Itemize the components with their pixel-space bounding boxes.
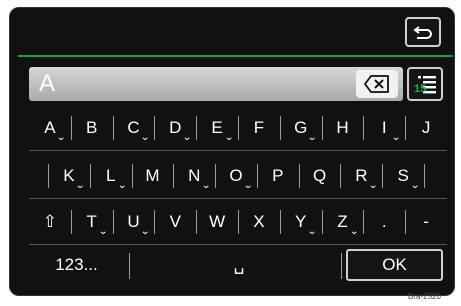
accent-variants-icon: ⌄ <box>140 226 151 237</box>
key-label: L <box>105 166 116 185</box>
key-label: I <box>381 118 387 137</box>
accent-variants-icon: ⌄ <box>56 132 67 143</box>
key-label: Z <box>337 212 348 231</box>
key-m[interactable]: M <box>131 158 174 194</box>
key-label: H <box>336 118 349 137</box>
numbers-key[interactable]: 123... <box>29 247 124 283</box>
accent-variants-icon: ⌄ <box>242 180 253 191</box>
accent-variants-icon: ⌄ <box>409 180 420 191</box>
key-label: O <box>229 166 243 185</box>
key-g[interactable]: G ⌄ <box>279 110 322 146</box>
key-v[interactable]: V <box>154 204 196 240</box>
accent-variants-icon: ⌄ <box>390 132 402 143</box>
keyboard-row-4: 123... ␣ OK <box>29 247 447 283</box>
key-label: Q <box>312 166 327 185</box>
back-arrow-icon <box>413 26 432 39</box>
key-h[interactable]: H <box>321 110 364 146</box>
search-input[interactable]: A <box>29 67 403 101</box>
backspace-icon <box>364 75 389 93</box>
row-divider <box>29 150 447 151</box>
key-k[interactable]: K ⌄ <box>48 158 90 194</box>
key-label: C <box>127 118 140 137</box>
accent-variants-icon: ⌄ <box>307 132 318 143</box>
results-list-button[interactable]: 15 <box>407 67 443 101</box>
key-q[interactable]: Q <box>298 158 341 194</box>
accent-variants-icon: ⌄ <box>98 226 109 237</box>
accent-variants-icon: ⌄ <box>181 132 193 143</box>
key-label: B <box>86 118 98 137</box>
key-a[interactable]: A ⌄ <box>29 110 71 146</box>
key-d[interactable]: D ⌄ <box>154 110 196 146</box>
key-label: A <box>44 118 56 137</box>
key-label: X <box>253 212 265 231</box>
key-label: M <box>145 166 160 185</box>
results-count: 15 <box>414 83 427 95</box>
key-label: ⇧ <box>42 212 58 231</box>
row-divider <box>29 244 447 245</box>
key-n[interactable]: N ⌄ <box>173 158 215 194</box>
key-r[interactable]: R ⌄ <box>340 158 382 194</box>
key-label: Y <box>295 212 307 231</box>
key-i[interactable]: I ⌄ <box>363 110 405 146</box>
key-label: K <box>63 166 75 185</box>
key-label: E <box>211 118 223 137</box>
key-label: G <box>294 118 308 137</box>
key-separator <box>341 253 342 279</box>
key-t[interactable]: T ⌄ <box>70 204 113 240</box>
header-divider <box>18 55 453 57</box>
key-shift[interactable]: ⇧ <box>29 204 71 240</box>
key-e[interactable]: E ⌄ <box>196 110 238 146</box>
accent-variants-icon: ⌄ <box>307 226 318 237</box>
key-w[interactable]: W <box>196 204 238 240</box>
key-b[interactable]: B <box>70 110 113 146</box>
key-label: - <box>423 212 429 231</box>
key-separator <box>424 164 426 188</box>
key-label: D <box>169 118 182 137</box>
keyboard-row-2: K ⌄ L ⌄ M N ⌄ O ⌄ P Q R ⌄ S ⌄ <box>48 158 426 194</box>
key-y[interactable]: Y ⌄ <box>279 204 322 240</box>
key-label: J <box>421 118 431 137</box>
keyboard-row-1: A ⌄ B C ⌄ D ⌄ E ⌄ F G ⌄ H I ⌄ J <box>29 110 447 146</box>
key-period[interactable]: . <box>363 204 405 240</box>
key-u[interactable]: U ⌄ <box>112 204 155 240</box>
back-button[interactable] <box>405 17 441 47</box>
key-z[interactable]: Z ⌄ <box>321 204 364 240</box>
key-s[interactable]: S ⌄ <box>382 158 424 194</box>
backspace-button[interactable] <box>356 70 398 98</box>
key-f[interactable]: F <box>237 110 280 146</box>
key-label: S <box>397 166 409 185</box>
accent-variants-icon: ⌄ <box>117 180 128 191</box>
accent-variants-icon: ⌄ <box>75 180 86 191</box>
accent-variants-icon: ⌄ <box>349 226 360 237</box>
key-label: V <box>169 212 181 231</box>
input-value: A <box>39 70 56 97</box>
key-c[interactable]: C ⌄ <box>112 110 155 146</box>
key-x[interactable]: X <box>237 204 280 240</box>
accent-variants-icon: ⌄ <box>140 132 151 143</box>
ok-button[interactable]: OK <box>346 249 443 281</box>
key-label: N <box>188 166 201 185</box>
key-label: R <box>355 166 368 185</box>
key-o[interactable]: O ⌄ <box>215 158 257 194</box>
key-label: T <box>86 212 97 231</box>
key-hyphen[interactable]: - <box>405 204 447 240</box>
key-label: U <box>127 212 140 231</box>
key-j[interactable]: J <box>405 110 447 146</box>
accent-variants-icon: ⌄ <box>200 180 211 191</box>
figure-reference: Bra-2520 <box>408 292 441 301</box>
row-divider <box>29 198 447 199</box>
key-label: . <box>381 212 387 231</box>
space-key[interactable]: ␣ <box>144 247 334 283</box>
key-p[interactable]: P <box>256 158 299 194</box>
key-label: W <box>209 212 226 231</box>
key-label: P <box>272 166 284 185</box>
accent-variants-icon: ⌄ <box>223 132 234 143</box>
accent-variants-icon: ⌄ <box>368 180 379 191</box>
key-separator <box>129 253 130 279</box>
key-l[interactable]: L ⌄ <box>89 158 132 194</box>
key-label: F <box>253 118 265 137</box>
keyboard-row-3: ⇧ T ⌄ U ⌄ V W X Y ⌄ Z ⌄. - <box>29 204 447 240</box>
